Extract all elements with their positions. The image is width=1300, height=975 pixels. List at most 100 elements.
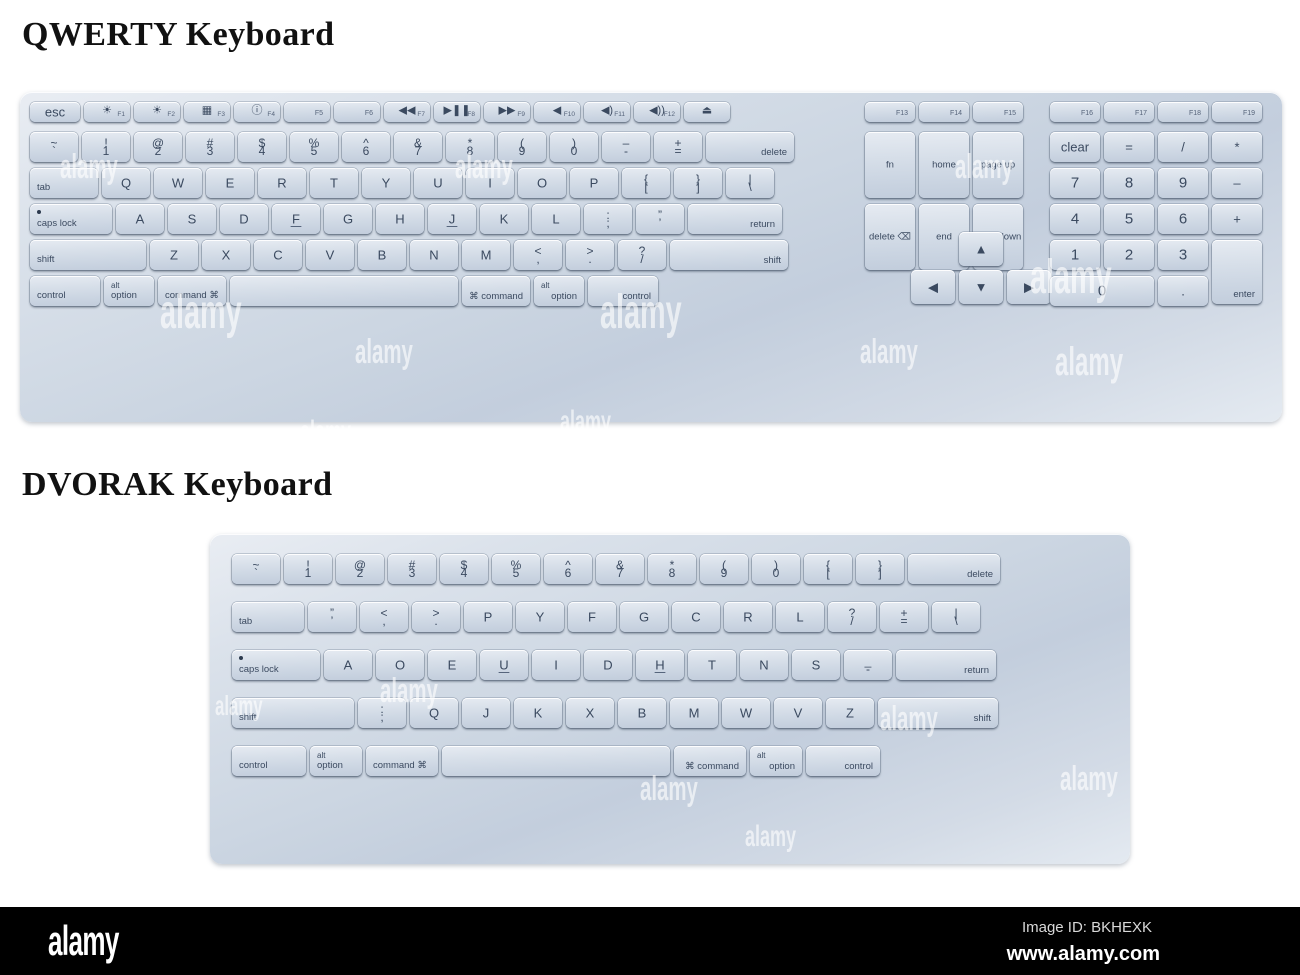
key-esc[interactable]: esc: [30, 102, 80, 122]
key-key[interactable]: <,: [360, 602, 408, 632]
key-n[interactable]: N: [740, 650, 788, 680]
key-delete[interactable]: delete: [908, 554, 1000, 584]
key-m[interactable]: M: [670, 698, 718, 728]
key-return[interactable]: return: [896, 650, 996, 680]
key-s[interactable]: S: [168, 204, 216, 234]
key-c[interactable]: C: [254, 240, 302, 270]
key-command[interactable]: ⌘ command: [674, 746, 746, 776]
key-numpad-1[interactable]: 1: [1050, 240, 1100, 270]
key-h[interactable]: H: [376, 204, 424, 234]
key-f11[interactable]: ◀) F11: [584, 102, 630, 122]
key-y[interactable]: Y: [362, 168, 410, 198]
key-key[interactable]: + =: [880, 602, 928, 632]
key-command[interactable]: ⌘ command: [462, 276, 530, 306]
key-e[interactable]: E: [428, 650, 476, 680]
key-numpad-3[interactable]: 3: [1158, 240, 1208, 270]
key-b[interactable]: B: [618, 698, 666, 728]
key-numpad-enter[interactable]: enter: [1212, 240, 1262, 304]
key-numpad-5[interactable]: 5: [1104, 204, 1154, 234]
key-3[interactable]: #3: [388, 554, 436, 584]
key-numpad-key[interactable]: /: [1158, 132, 1208, 162]
key-f16[interactable]: F16: [1050, 102, 1100, 122]
key-f5[interactable]: F5: [284, 102, 330, 122]
key-r[interactable]: R: [258, 168, 306, 198]
key-x[interactable]: X: [202, 240, 250, 270]
key-v[interactable]: V: [774, 698, 822, 728]
key-arrow-left[interactable]: ◀: [911, 270, 955, 304]
key-q[interactable]: Q: [102, 168, 150, 198]
key-f13[interactable]: F13: [865, 102, 915, 122]
key-numpad-4[interactable]: 4: [1050, 204, 1100, 234]
key-j[interactable]: J: [462, 698, 510, 728]
key-key[interactable]: _ -: [844, 650, 892, 680]
key-f15[interactable]: F15: [973, 102, 1023, 122]
key-delete[interactable]: delete ⌫: [865, 204, 915, 270]
key-t[interactable]: T: [310, 168, 358, 198]
key-space[interactable]: [442, 746, 670, 776]
key-numpad-7[interactable]: 7: [1050, 168, 1100, 198]
key-f4[interactable]: ⓘ F4: [234, 102, 280, 122]
key-a[interactable]: A: [116, 204, 164, 234]
key-8[interactable]: * 8: [648, 554, 696, 584]
key-key[interactable]: ”’: [636, 204, 684, 234]
key-n[interactable]: N: [410, 240, 458, 270]
key-numpad-6[interactable]: 6: [1158, 204, 1208, 234]
key-option[interactable]: option alt: [310, 746, 362, 776]
key-o[interactable]: O: [518, 168, 566, 198]
key-arrow-right[interactable]: ▶: [1007, 270, 1051, 304]
key-f7[interactable]: ◀◀ F7: [384, 102, 430, 122]
key-k[interactable]: K: [480, 204, 528, 234]
key-e[interactable]: E: [206, 168, 254, 198]
key-t[interactable]: T: [688, 650, 736, 680]
key-numpad-0[interactable]: 0: [1050, 276, 1154, 306]
key-caps-lock[interactable]: caps lock: [30, 204, 112, 234]
key-0[interactable]: ) 0: [550, 132, 598, 162]
key-f8[interactable]: ▶❚❚ F8: [434, 102, 480, 122]
key-4[interactable]: $4: [440, 554, 488, 584]
key-arrow-down[interactable]: ▼: [959, 270, 1003, 304]
key-o[interactable]: O: [376, 650, 424, 680]
key-key[interactable]: – -: [602, 132, 650, 162]
key-d[interactable]: D: [584, 650, 632, 680]
key-numpad-9[interactable]: 9: [1158, 168, 1208, 198]
key-numpad-clear[interactable]: clear: [1050, 132, 1100, 162]
key-3[interactable]: #3: [186, 132, 234, 162]
key-y[interactable]: Y: [516, 602, 564, 632]
key-return[interactable]: return: [688, 204, 782, 234]
key-key[interactable]: + =: [654, 132, 702, 162]
key-control[interactable]: control: [232, 746, 306, 776]
key-delete[interactable]: delete: [706, 132, 794, 162]
key-option[interactable]: option alt: [750, 746, 802, 776]
key-command[interactable]: command ⌘: [366, 746, 438, 776]
key-key[interactable]: :;: [358, 698, 406, 728]
key-6[interactable]: ^ 6: [342, 132, 390, 162]
key-numpad-key[interactable]: =: [1104, 132, 1154, 162]
key-f[interactable]: F: [568, 602, 616, 632]
key-1[interactable]: ! 1: [284, 554, 332, 584]
key-4[interactable]: $4: [238, 132, 286, 162]
key-numpad-key[interactable]: +: [1212, 204, 1262, 234]
key-1[interactable]: ! 1: [82, 132, 130, 162]
key-i[interactable]: I: [466, 168, 514, 198]
key-g[interactable]: G: [324, 204, 372, 234]
key-key[interactable]: | \: [726, 168, 774, 198]
key-shift[interactable]: shift: [670, 240, 788, 270]
key-w[interactable]: W: [154, 168, 202, 198]
key-key[interactable]: ? /: [828, 602, 876, 632]
key-b[interactable]: B: [358, 240, 406, 270]
key-caps-lock[interactable]: caps lock: [232, 650, 320, 680]
key-space[interactable]: [230, 276, 458, 306]
key-arrow-up[interactable]: ▲: [959, 232, 1003, 266]
key-c[interactable]: C: [672, 602, 720, 632]
key-5[interactable]: % 5: [492, 554, 540, 584]
key-key[interactable]: {[: [804, 554, 852, 584]
key-f12[interactable]: ◀)) F12: [634, 102, 680, 122]
key-0[interactable]: ) 0: [752, 554, 800, 584]
key-numpad-key[interactable]: *: [1212, 132, 1262, 162]
key-key[interactable]: ~ `: [30, 132, 78, 162]
key-5[interactable]: % 5: [290, 132, 338, 162]
key-g[interactable]: G: [620, 602, 668, 632]
key-home[interactable]: home: [919, 132, 969, 198]
key-f18[interactable]: F18: [1158, 102, 1208, 122]
key-d[interactable]: D: [220, 204, 268, 234]
